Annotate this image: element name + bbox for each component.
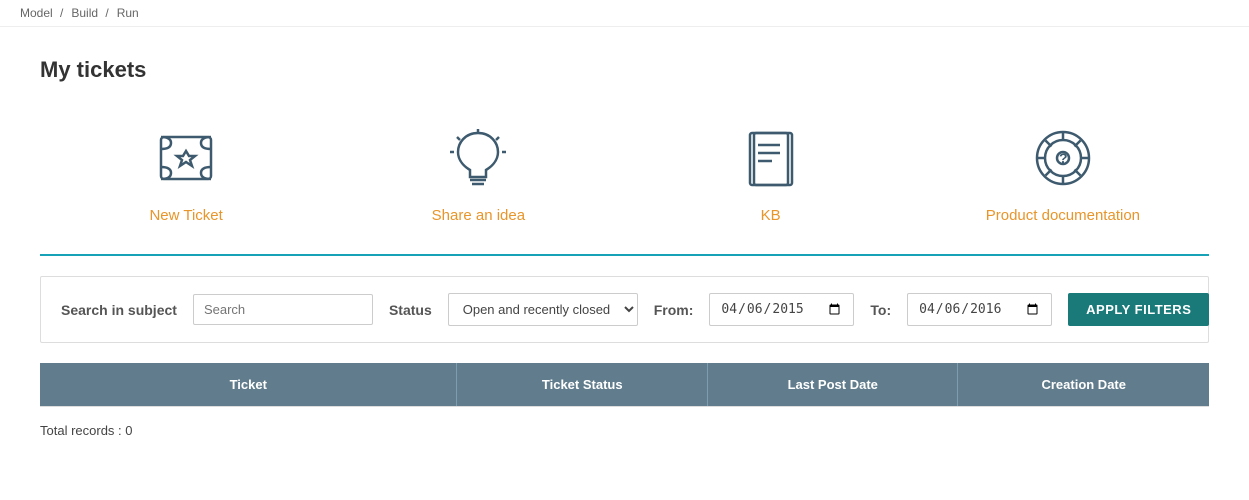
total-records: Total records : 0	[40, 423, 1209, 438]
action-share-idea[interactable]: Share an idea	[332, 113, 624, 234]
action-kb[interactable]: KB	[625, 113, 917, 234]
top-nav: Model Build Run	[0, 0, 1249, 27]
status-select[interactable]: Open and recently closed Open Closed All	[448, 293, 638, 326]
lightbulb-icon	[443, 123, 513, 193]
svg-text:?: ?	[1059, 150, 1068, 166]
breadcrumb-model[interactable]: Model	[20, 6, 63, 20]
breadcrumb-run[interactable]: Run	[117, 6, 143, 20]
share-idea-label: Share an idea	[432, 207, 525, 224]
product-docs-label: Product documentation	[986, 207, 1140, 224]
status-label: Status	[389, 302, 432, 318]
from-label: From:	[654, 302, 694, 318]
new-ticket-label: New Ticket	[149, 207, 222, 224]
to-label: To:	[870, 302, 891, 318]
action-new-ticket[interactable]: New Ticket	[40, 113, 332, 234]
table-header: Ticket Ticket Status Last Post Date Crea…	[40, 363, 1209, 406]
search-subject-label: Search in subject	[61, 302, 177, 318]
column-ticket: Ticket	[40, 363, 457, 406]
main-content: My tickets New Ticket	[0, 27, 1249, 468]
column-ticket-status: Ticket Status	[457, 363, 708, 406]
from-date-input[interactable]	[709, 293, 854, 326]
search-input[interactable]	[193, 294, 373, 325]
to-date-input[interactable]	[907, 293, 1052, 326]
kb-label: KB	[761, 207, 781, 224]
page-title: My tickets	[40, 57, 1209, 83]
action-icons-bar: New Ticket Share an idea	[40, 113, 1209, 256]
book-icon	[736, 123, 806, 193]
filter-bar: Search in subject Status Open and recent…	[40, 276, 1209, 343]
ticket-icon	[151, 123, 221, 193]
table-body	[40, 406, 1209, 407]
apply-filters-button[interactable]: APPLY FILTERS	[1068, 293, 1209, 326]
breadcrumb-build[interactable]: Build	[71, 6, 108, 20]
action-product-docs[interactable]: ? Product documentation	[917, 113, 1209, 234]
help-circle-icon: ?	[1028, 123, 1098, 193]
column-last-post-date: Last Post Date	[708, 363, 959, 406]
column-creation-date: Creation Date	[958, 363, 1209, 406]
